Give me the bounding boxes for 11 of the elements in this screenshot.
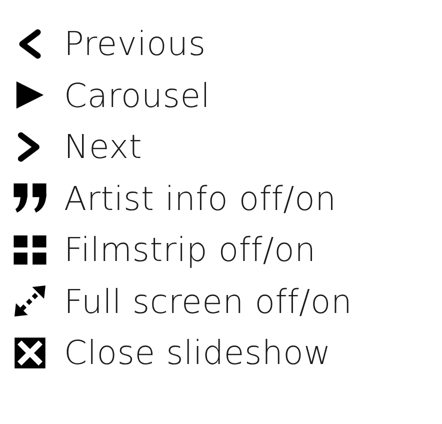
shortcut-label: Previous [64, 27, 206, 60]
shortcut-label: Artist info off/on [64, 182, 336, 215]
grid-icon [12, 232, 48, 267]
shortcut-label: Carousel [64, 78, 210, 112]
shortcut-label: Filmstrip off/on [64, 233, 316, 266]
quote-icon [12, 181, 48, 216]
close-icon [12, 336, 48, 370]
expand-arrows-icon [12, 284, 48, 318]
shortcut-label: Full screen off/on [64, 284, 352, 318]
shortcut-label: Next [64, 130, 142, 164]
shortcut-label: Close slideshow [64, 336, 331, 370]
